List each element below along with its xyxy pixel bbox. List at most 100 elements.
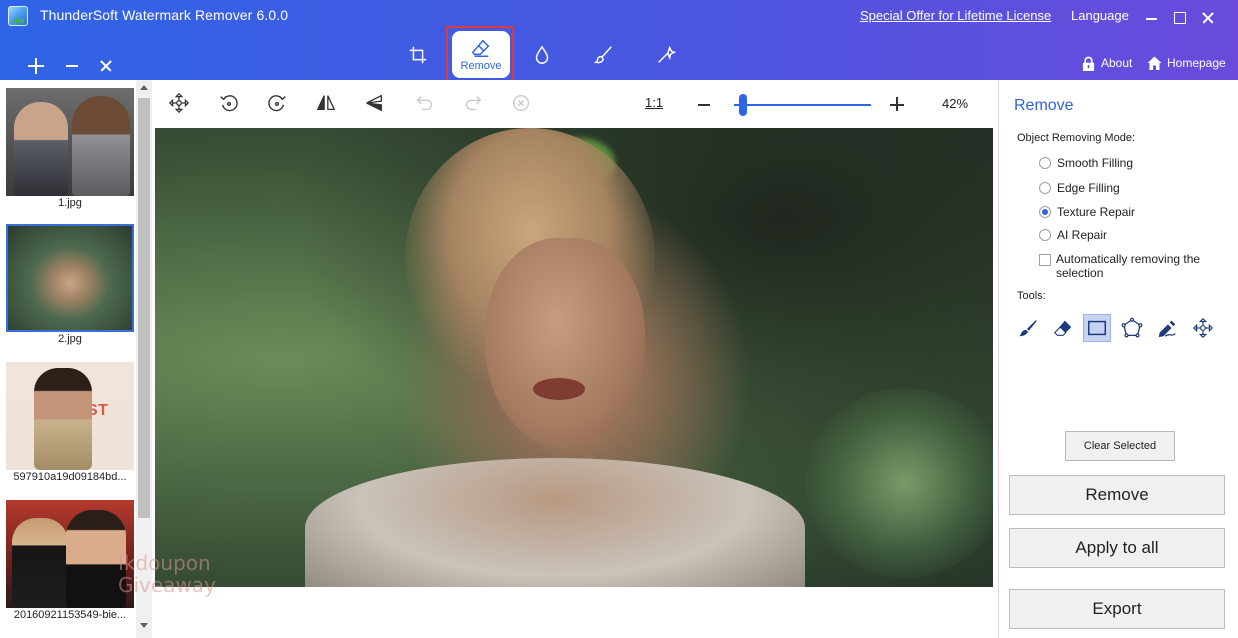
- special-offer-link[interactable]: Special Offer for Lifetime License: [860, 8, 1051, 23]
- brush-icon: [1019, 319, 1037, 337]
- thumbnail-item[interactable]: 1.jpg: [6, 88, 134, 209]
- thumbnail-item-selected[interactable]: 2.jpg: [6, 224, 134, 345]
- radio-edge-filling[interactable]: Edge Filling: [1039, 181, 1120, 195]
- cancel-icon: [512, 94, 530, 112]
- drop-icon: [535, 45, 549, 64]
- move-button[interactable]: [168, 92, 194, 118]
- eraser-icon: [471, 39, 490, 57]
- rectangle-select-tool-button[interactable]: [1083, 314, 1111, 342]
- polygon-select-icon: [1121, 317, 1143, 338]
- lock-icon: [1082, 56, 1095, 71]
- redo-button[interactable]: [462, 92, 488, 118]
- thumbnail-caption: 1.jpg: [58, 197, 82, 209]
- zoom-slider-handle[interactable]: [739, 94, 748, 116]
- crop-icon: [409, 46, 427, 64]
- remove-mode-button[interactable]: Remove: [452, 31, 510, 78]
- image-canvas[interactable]: [155, 128, 993, 587]
- rotate-left-icon: [220, 95, 238, 112]
- watermark-text: Ikdoupon Giveaway: [118, 552, 216, 596]
- radio-label: Smooth Filling: [1057, 156, 1134, 170]
- radio-indicator: [1039, 229, 1051, 241]
- homepage-button[interactable]: Homepage: [1146, 54, 1226, 72]
- thumbnail-caption: 597910a19d09184bd...: [13, 471, 127, 483]
- rotate-right-button[interactable]: [266, 92, 292, 118]
- zoom-out-button[interactable]: [695, 95, 713, 113]
- flip-horizontal-icon: [316, 95, 336, 111]
- radio-indicator: [1039, 157, 1051, 169]
- remove-file-button[interactable]: [60, 54, 84, 78]
- eraser-tool-button[interactable]: [1049, 314, 1077, 342]
- eraser-icon: [1053, 320, 1072, 336]
- about-button[interactable]: About: [1081, 54, 1132, 72]
- flip-vertical-button[interactable]: [363, 92, 389, 118]
- thumbnail-caption: 2.jpg: [58, 333, 82, 345]
- thumbnail-item[interactable]: RIST 597910a19d09184bd...: [6, 362, 134, 483]
- tools-label: Tools:: [1017, 290, 1046, 302]
- minimize-button[interactable]: [1139, 6, 1163, 28]
- clear-files-button[interactable]: [94, 54, 118, 78]
- brush-mode-button[interactable]: [575, 31, 633, 79]
- brush-icon: [593, 46, 612, 64]
- undo-button[interactable]: [414, 92, 440, 118]
- auto-remove-checkbox[interactable]: Automatically removing the selection: [1039, 252, 1219, 280]
- redo-icon: [465, 96, 482, 111]
- language-menu[interactable]: Language: [1071, 8, 1129, 23]
- apply-to-all-button[interactable]: Apply to all: [1009, 528, 1225, 568]
- rotate-right-icon: [268, 95, 286, 112]
- thumbnail-image: [6, 224, 134, 332]
- remove-settings-panel: Remove Object Removing Mode: Smooth Fill…: [998, 80, 1238, 638]
- remove-button[interactable]: Remove: [1009, 475, 1225, 515]
- rotate-left-button[interactable]: [218, 92, 244, 118]
- title-toolbar: ThunderSoft Watermark Remover 6.0.0 Spec…: [0, 0, 1238, 82]
- home-icon: [1147, 56, 1162, 70]
- remove-mode-label: Remove: [460, 60, 502, 72]
- thumbnail-caption: 20160921153549-bie...: [13, 609, 127, 621]
- edit-toolbar: 1:1 42%: [152, 80, 998, 128]
- clear-selected-button[interactable]: Clear Selected: [1065, 431, 1175, 461]
- radio-texture-repair[interactable]: Texture Repair: [1039, 205, 1135, 219]
- radio-indicator: [1039, 182, 1051, 194]
- drop-mode-button[interactable]: [513, 31, 571, 79]
- move-tool-button[interactable]: [1189, 314, 1217, 342]
- undo-icon: [416, 96, 433, 111]
- removing-mode-label: Object Removing Mode:: [1017, 132, 1135, 144]
- zoom-in-button[interactable]: [888, 95, 906, 113]
- watermark-line-2: Giveaway: [118, 573, 216, 597]
- scroll-thumb[interactable]: [138, 98, 150, 518]
- watermark-line-1: Ikdoupon: [118, 551, 211, 575]
- radio-label: Texture Repair: [1057, 205, 1136, 219]
- flip-horizontal-button[interactable]: [315, 92, 341, 118]
- radio-label: AI Repair: [1057, 228, 1108, 242]
- app-logo-icon: [8, 6, 28, 26]
- radio-smooth-filling[interactable]: Smooth Filling: [1039, 156, 1133, 170]
- zoom-percent: 42%: [942, 96, 969, 111]
- about-label: About: [1101, 56, 1133, 70]
- close-button[interactable]: [1196, 6, 1220, 28]
- brush-tool-button[interactable]: [1014, 314, 1042, 342]
- wand-mode-button[interactable]: [637, 31, 695, 79]
- scroll-down-icon[interactable]: [140, 623, 148, 628]
- thumbnail-image: [6, 88, 134, 196]
- actual-size-button[interactable]: 1:1: [645, 95, 663, 110]
- canvas-margin: [155, 587, 993, 638]
- rectangle-select-icon: [1088, 320, 1106, 336]
- crop-mode-button[interactable]: [389, 31, 447, 79]
- maximize-button[interactable]: [1167, 6, 1191, 28]
- radio-ai-repair[interactable]: AI Repair: [1039, 228, 1107, 242]
- checkbox-box: [1039, 254, 1051, 266]
- thumbnail-image: [6, 500, 134, 608]
- homepage-label: Homepage: [1167, 56, 1226, 70]
- zoom-slider[interactable]: [734, 104, 871, 106]
- move-icon: [1192, 317, 1214, 339]
- polygon-select-tool-button[interactable]: [1118, 314, 1146, 342]
- export-button[interactable]: Export: [1009, 589, 1225, 629]
- scroll-up-icon[interactable]: [140, 85, 148, 90]
- auto-remove-label: Automatically removing the selection: [1056, 252, 1201, 280]
- pen-tool-button[interactable]: [1153, 314, 1181, 342]
- flip-vertical-icon: [366, 94, 382, 112]
- thumbnail-item[interactable]: 20160921153549-bie...: [6, 500, 134, 621]
- cancel-button[interactable]: [510, 92, 536, 118]
- add-file-button[interactable]: [24, 54, 48, 78]
- thumbnail-image: RIST: [6, 362, 134, 470]
- radio-indicator-selected: [1039, 206, 1051, 218]
